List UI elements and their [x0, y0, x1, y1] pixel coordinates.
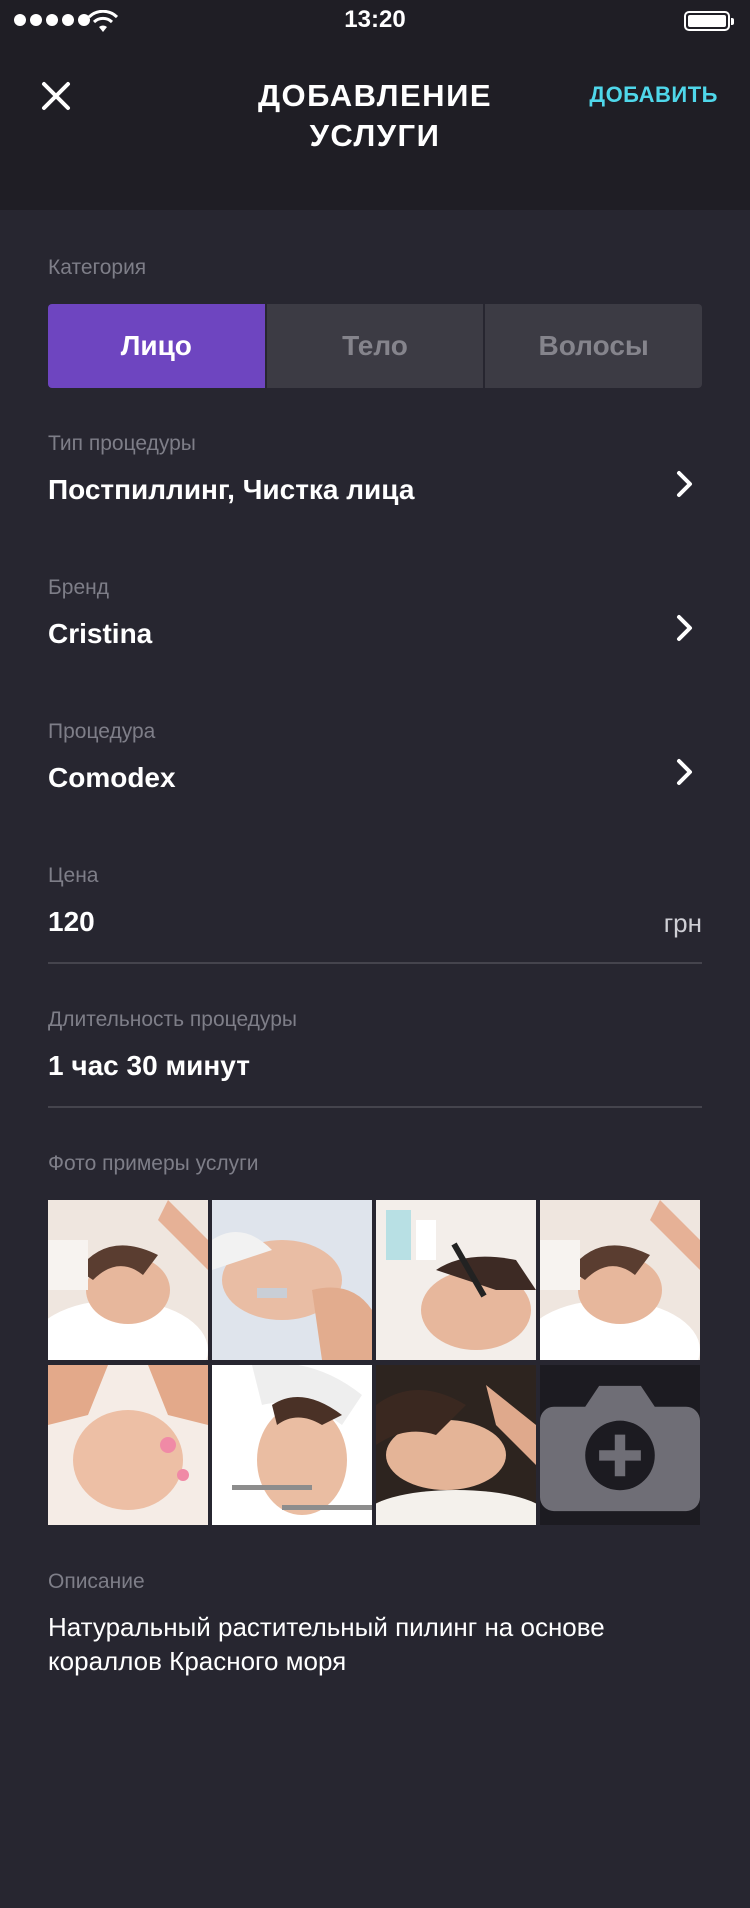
segment-hair[interactable]: Волосы — [485, 304, 703, 388]
chevron-right-icon — [677, 615, 692, 641]
photo-face-mask[interactable] — [212, 1365, 372, 1525]
segment-face[interactable]: Лицо — [48, 304, 265, 388]
divider — [48, 1106, 702, 1108]
nav-header: 13:20 ДОБАВЛЕНИЕ УСЛУГИ ДОБАВИТЬ — [0, 0, 750, 210]
description-text[interactable]: Натуральный растительный пилинг на основ… — [48, 1610, 702, 1678]
description-label: Описание — [48, 1570, 145, 1593]
photo-face-device[interactable] — [376, 1200, 536, 1360]
brand-label: Бренд — [48, 576, 109, 599]
divider — [48, 962, 702, 964]
chevron-right-icon — [677, 759, 692, 785]
status-time: 13:20 — [344, 6, 406, 33]
photos-label: Фото примеры услуги — [48, 1152, 259, 1175]
procedure-type-label: Тип процедуры — [48, 432, 196, 455]
photo-face-ultrasound[interactable] — [212, 1200, 372, 1360]
brand-value: Cristina — [48, 618, 153, 649]
segment-body[interactable]: Тело — [266, 304, 484, 388]
photo-face-relax[interactable] — [376, 1365, 536, 1525]
price-input[interactable]: 120 — [48, 906, 95, 938]
photo-face-spa[interactable] — [540, 1200, 700, 1360]
page-title: ДОБАВЛЕНИЕ УСЛУГИ — [257, 78, 493, 153]
status-bar: 13:20 — [0, 0, 750, 44]
category-label: Категория — [48, 256, 147, 279]
photo-face-spa[interactable] — [48, 1200, 208, 1360]
add-photo-button[interactable] — [540, 1365, 700, 1525]
price-unit: грн — [663, 908, 702, 938]
close-icon[interactable] — [38, 78, 74, 114]
photo-grid — [48, 1200, 702, 1525]
photo-face-massage[interactable] — [48, 1365, 208, 1525]
category-segmented-control: Лицо Тело Волосы — [48, 304, 703, 388]
battery-icon — [684, 11, 734, 31]
duration-input[interactable]: 1 час 30 минут — [48, 1050, 250, 1082]
duration-label: Длительность процедуры — [48, 1008, 297, 1031]
procedure-label: Процедура — [48, 720, 156, 743]
price-label: Цена — [48, 864, 99, 887]
chevron-right-icon — [677, 471, 692, 497]
procedure-type-value: Постпиллинг, Чистка лица — [48, 474, 415, 505]
camera-plus-icon — [540, 1385, 700, 1512]
procedure-value: Comodex — [48, 762, 176, 793]
add-button[interactable]: ДОБАВИТЬ — [589, 82, 718, 108]
